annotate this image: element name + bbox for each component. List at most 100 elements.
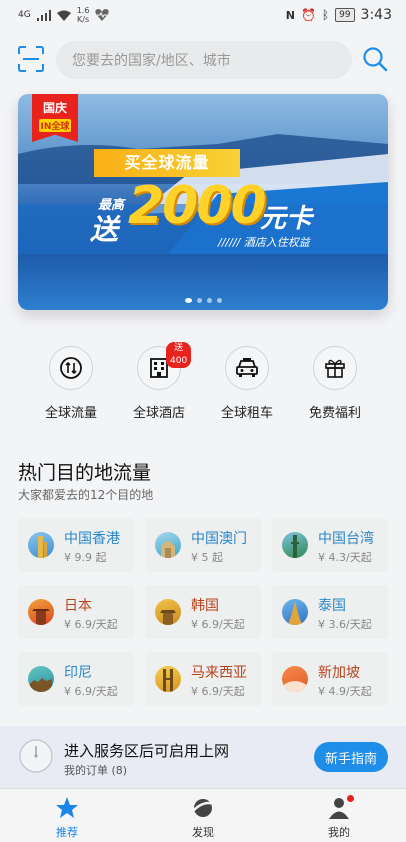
badge-line1: 国庆: [42, 101, 67, 115]
banner-prefix-big: 送: [90, 213, 119, 246]
nav-item-recommend[interactable]: 推荐: [27, 795, 107, 840]
banner-dot[interactable]: [206, 298, 212, 303]
nav-label: 发现: [192, 826, 214, 839]
banner-tag: 买全球流量: [94, 149, 240, 177]
nav-item-discover[interactable]: 发现: [163, 795, 243, 840]
notification-dot: [347, 795, 354, 802]
destination-name: 马来西亚: [191, 665, 247, 681]
traffic-icon: [60, 357, 82, 379]
destination-card[interactable]: 日本 ¥ 6.9/天起: [18, 585, 134, 639]
person-icon: [299, 795, 379, 821]
destination-card[interactable]: 中国台湾 ¥ 4.3/天起: [272, 518, 388, 572]
quick-action-label: 全球租车: [220, 406, 273, 421]
destination-card[interactable]: 泰国 ¥ 3.6/天起: [272, 585, 388, 639]
section-title: 热门目的地流量: [18, 462, 152, 484]
destination-name: 中国澳门: [191, 531, 247, 547]
nfc-icon: N: [285, 8, 295, 22]
status-left: 4G 1.6 K/s: [18, 6, 110, 24]
destination-price: ¥ 6.9/天起: [191, 618, 245, 631]
singapore-image: [282, 666, 308, 692]
clock: 3:43: [360, 7, 392, 23]
taiwan-image: [282, 532, 308, 558]
wifi-icon: [56, 10, 71, 21]
planet-icon: [163, 795, 243, 821]
search-placeholder: 您要去的国家/地区、城市: [72, 53, 231, 69]
status-bar: 4G 1.6 K/s N ⏰ ᛒ 99 3:43: [0, 0, 406, 30]
section-subtitle: 大家都爱去的12个目的地: [18, 488, 154, 502]
quick-actions: 全球流量 送400 全球酒店 全球租车 免费福利: [0, 342, 406, 426]
nav-label: 我的: [328, 826, 350, 839]
cell-signal-icon: [36, 9, 51, 21]
destination-price: ¥ 9.9 起: [64, 551, 107, 564]
destination-price: ¥ 6.9/天起: [191, 685, 245, 698]
badge-line2: IN全球: [38, 119, 72, 132]
quick-action-label: 免费福利: [308, 406, 361, 421]
hongkong-image: [28, 532, 54, 558]
notice-title: 进入服务区后可启用上网: [64, 742, 230, 760]
star-icon: [27, 795, 107, 821]
signal-indicator: 4G: [18, 10, 31, 20]
alarm-icon: ⏰: [300, 8, 316, 22]
destination-name: 日本: [64, 598, 92, 614]
korea-image: [155, 599, 181, 625]
nav-label: 推荐: [56, 826, 78, 839]
destination-card[interactable]: 中国澳门 ¥ 5 起: [145, 518, 261, 572]
destination-name: 韩国: [191, 598, 219, 614]
hotel-promo-badge: 送400: [166, 342, 192, 368]
status-right: N ⏰ ᛒ 99 3:43: [286, 7, 392, 23]
banner-pagination: [18, 298, 388, 303]
indonesia-image: [28, 666, 54, 692]
destination-card[interactable]: 韩国 ¥ 6.9/天起: [145, 585, 261, 639]
bottom-navigation: 推荐 发现 我的: [0, 788, 406, 842]
destination-price: ¥ 3.6/天起: [318, 618, 372, 631]
banner-dot[interactable]: [196, 298, 202, 303]
clock-icon: [19, 739, 53, 773]
quick-action-circle: 送400: [137, 342, 192, 390]
bluetooth-icon: ᛒ: [321, 8, 330, 22]
destination-price: ¥ 6.9/天起: [64, 685, 118, 698]
macau-image: [155, 532, 181, 558]
destination-card[interactable]: 新加坡 ¥ 4.9/天起: [272, 652, 388, 706]
service-notice-bar: 进入服务区后可启用上网 我的订单 (8) 新手指南: [0, 726, 406, 788]
destination-price: ¥ 5 起: [191, 551, 223, 564]
japan-image: [28, 599, 54, 625]
malaysia-image: [155, 666, 181, 692]
quick-action-gift[interactable]: 免费福利: [290, 346, 380, 421]
beginner-guide-button[interactable]: 新手指南: [314, 742, 388, 772]
banner-amount: 2000: [128, 176, 267, 236]
destination-card[interactable]: 马来西亚 ¥ 6.9/天起: [145, 652, 261, 706]
quick-action-circle: [313, 346, 357, 390]
promo-banner[interactable]: 国庆 IN全球 买全球流量 最高 送 2000 元卡 ////// 酒店入住权益: [18, 94, 388, 310]
net-speed-unit: K/s: [77, 15, 90, 24]
gift-icon: [325, 359, 345, 378]
destination-price: ¥ 6.9/天起: [64, 618, 118, 631]
destination-name: 中国香港: [64, 531, 120, 547]
search-input[interactable]: 您要去的国家/地区、城市: [56, 41, 352, 79]
search-row: 您要去的国家/地区、城市: [0, 38, 406, 82]
quick-action-label: 全球酒店: [132, 406, 185, 421]
destination-card[interactable]: 印尼 ¥ 6.9/天起: [18, 652, 134, 706]
banner-suffix: 元卡: [260, 204, 313, 234]
destination-name: 新加坡: [318, 665, 360, 681]
quick-action-label: 全球流量: [44, 406, 97, 421]
destination-card[interactable]: 中国香港 ¥ 9.9 起: [18, 518, 134, 572]
quick-action-traffic[interactable]: 全球流量: [26, 346, 116, 421]
destination-price: ¥ 4.9/天起: [318, 685, 372, 698]
net-speed-value: 1.6: [76, 6, 90, 15]
destination-price: ¥ 4.3/天起: [318, 551, 372, 564]
destination-name: 泰国: [318, 598, 346, 614]
banner-dot[interactable]: [184, 298, 192, 303]
banner-dot[interactable]: [216, 298, 222, 303]
quick-action-circle: [49, 346, 93, 390]
quick-action-car[interactable]: 全球租车: [202, 346, 292, 421]
my-orders-link[interactable]: 我的订单 (8): [64, 762, 127, 778]
banner-subtitle: ////// 酒店入住权益: [218, 236, 310, 249]
quick-action-hotel[interactable]: 送400 全球酒店: [114, 342, 204, 421]
health-icon: [95, 9, 110, 21]
nav-item-mine[interactable]: 我的: [299, 795, 379, 840]
net-speed: 1.6 K/s: [77, 6, 90, 24]
destination-name: 印尼: [64, 665, 92, 681]
search-icon[interactable]: [362, 46, 388, 72]
scan-icon[interactable]: [18, 46, 44, 72]
battery-indicator: 99: [335, 8, 355, 22]
